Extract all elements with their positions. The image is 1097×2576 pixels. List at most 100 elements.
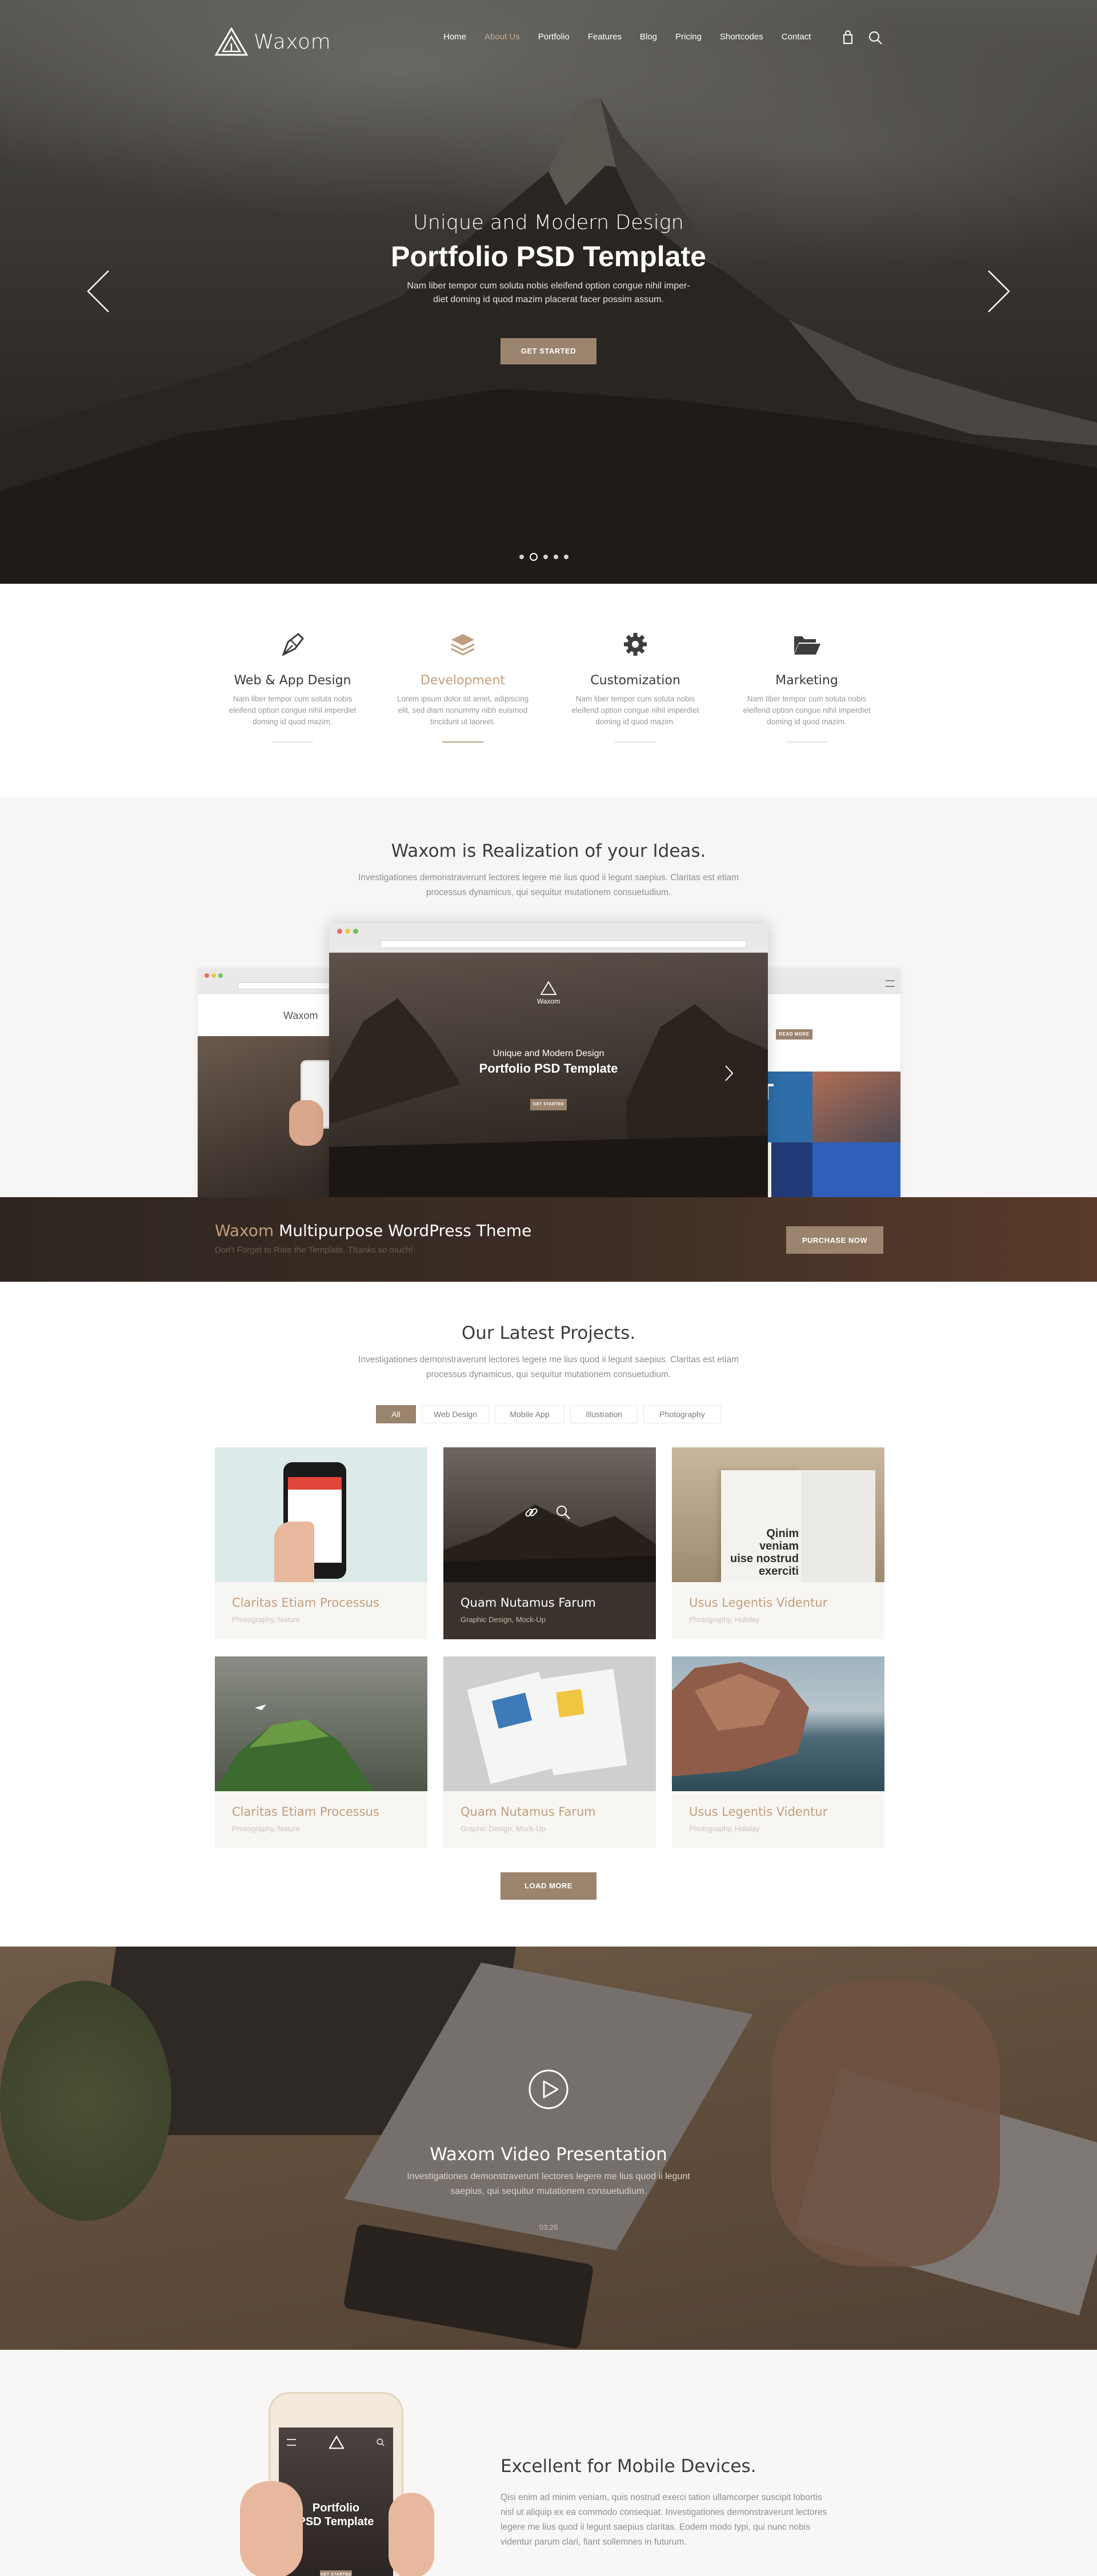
service-divider [786, 741, 827, 743]
service-divider [272, 741, 313, 743]
project-tags: Photography, Holiday [689, 1615, 760, 1624]
service-title: Web & App Design [234, 673, 351, 688]
hero-overlay [0, 0, 1097, 584]
phone-app-header [288, 1477, 342, 1490]
project-card[interactable]: Quam Nutamus Farum Graphic Design, Mock-… [443, 1656, 656, 1848]
filter-photography[interactable]: Photography [643, 1405, 721, 1423]
slider-dot-1[interactable] [519, 555, 524, 559]
service-title: Development [420, 673, 506, 688]
search-icon [377, 2438, 385, 2446]
mock-left-logo: Waxom [283, 1010, 318, 1021]
browser-mock-center: Waxom Unique and Modern Design Portfolio… [329, 923, 768, 1197]
service-text-line3: doming id quod mazim. [253, 717, 333, 726]
video-title: Waxom Video Presentation [430, 2144, 667, 2165]
project-card[interactable]: Qinim veniam uise nostrud exerciti Usus … [672, 1447, 884, 1639]
service-text-line3: doming id quod mazim. [595, 717, 675, 726]
project-tags: Photography, Holiday [689, 1824, 760, 1833]
project-title: Usus Legentis Videntur [689, 1596, 828, 1610]
get-started-button[interactable]: GET STARTED [501, 338, 596, 364]
load-more-button[interactable]: LOAD MORE [501, 1872, 596, 1900]
video-text-line1: Investigationes demonstraverunt lectores… [407, 2172, 690, 2181]
filter-web-design[interactable]: Web Design [422, 1405, 489, 1423]
project-card[interactable]: Claritas Etiam Processus Photography, Na… [215, 1656, 427, 1848]
nav-item-features[interactable]: Features [588, 32, 622, 42]
magazine-right-page [539, 1668, 627, 1776]
projects-subtitle-line2: processus dynamicus, qui sequitur mutati… [426, 1370, 671, 1379]
rocks-image [443, 1504, 656, 1582]
purchase-banner: Waxom Multipurpose WordPress Theme Don't… [0, 1197, 1097, 1282]
slider-dot-2[interactable] [530, 553, 538, 561]
project-tags: Graphic Design, Mock-Up [461, 1615, 546, 1624]
project-title: Usus Legentis Videntur [689, 1805, 828, 1819]
projects-title: Our Latest Projects. [461, 1323, 636, 1343]
purchase-now-button[interactable]: PURCHASE NOW [786, 1226, 883, 1254]
mock-cards-tile [812, 1142, 900, 1197]
service-text-line2: eleifend option congue nihil imperdiet [571, 706, 699, 715]
mobile-text-line1: Qisi enim ad minim veniam, quis nostrud … [501, 2493, 822, 2502]
ideas-subtitle-line1: Investigationes demonstraverunt lectores… [358, 873, 739, 882]
filter-mobile-app[interactable]: Mobile App [495, 1405, 564, 1423]
service-text-line1: Nam liber tempor cum soluta nobis [575, 695, 695, 703]
mobile-title: Excellent for Mobile Devices. [501, 2456, 756, 2477]
play-icon[interactable] [528, 2069, 569, 2110]
filter-illustration[interactable]: Illustration [570, 1405, 638, 1423]
browser-address-bar [381, 940, 746, 948]
menu-icon [287, 2439, 296, 2446]
zoom-icon[interactable] [555, 1504, 571, 1520]
service-text-line1: Lorem ipsum dolor sit amet, adipiscing [397, 695, 529, 703]
project-card-hovered[interactable]: Quam Nutamus Farum Graphic Design, Mock-… [443, 1447, 656, 1639]
project-image-coast [672, 1656, 884, 1791]
projects-subtitle-line1: Investigationes demonstraverunt lectores… [358, 1355, 739, 1365]
book-text-line2: uise nostrud [730, 1552, 799, 1565]
browser-dot [337, 929, 342, 934]
hero-kicker: Unique and Modern Design [413, 211, 684, 234]
hero-section: Waxom Home About Us Portfolio Features B… [0, 0, 1097, 584]
ideas-title: Waxom is Realization of your Ideas. [391, 841, 706, 861]
layers-icon [451, 634, 475, 656]
service-text-line1: Nam liber tempor cum soluta nobis [747, 695, 867, 703]
service-development: Development Lorem ipsum dolor sit amet, … [377, 628, 548, 743]
project-card[interactable]: Usus Legentis Videntur Photography, Holi… [672, 1656, 884, 1848]
chevron-left-icon[interactable] [86, 268, 111, 314]
folder-open-icon [794, 636, 820, 655]
service-divider [442, 741, 483, 743]
slider-dots [519, 553, 568, 561]
slider-dot-5[interactable] [564, 555, 568, 559]
mobile-text-line3: legere me lius quod ii legunt saepius cl… [501, 2522, 810, 2532]
chevron-right-icon [725, 1065, 734, 1081]
nav-item-home[interactable]: Home [443, 32, 466, 42]
project-title: Claritas Etiam Processus [232, 1596, 379, 1610]
hero-text-line1: Nam liber tempor cum soluta nobis eleife… [407, 281, 690, 291]
project-card[interactable]: Claritas Etiam Processus Photography, Na… [215, 1447, 427, 1639]
project-image-magazine [443, 1656, 656, 1791]
book-text: Qinim veniam uise nostrud exerciti [727, 1527, 799, 1578]
banner-heading: Waxom Multipurpose WordPress Theme [215, 1221, 531, 1240]
project-image-cliff [215, 1656, 427, 1791]
chevron-right-icon[interactable] [986, 268, 1011, 314]
logo[interactable]: Waxom [215, 27, 331, 56]
video-duration: 03:26 [539, 2223, 558, 2232]
banner-subtitle: Don't Forget to Rate the Template. Thank… [215, 1245, 413, 1255]
nav-item-contact[interactable]: Contact [782, 32, 811, 42]
nav-item-shortcodes[interactable]: Shortcodes [720, 32, 763, 42]
nav-item-blog[interactable]: Blog [640, 32, 657, 42]
waxom-logo-icon [215, 27, 248, 56]
link-icon[interactable] [523, 1504, 539, 1520]
service-marketing: Marketing Nam liber tempor cum soluta no… [721, 628, 892, 743]
mobile-section: Portfolio PSD Template GET STARTED Excel… [0, 2350, 1097, 2576]
filter-all[interactable]: All [376, 1405, 416, 1423]
browser-dot [345, 929, 350, 934]
mock-title: Portfolio PSD Template [479, 1061, 618, 1076]
search-icon[interactable] [867, 30, 883, 46]
service-text-line1: Nam liber tempor cum soluta nobis [233, 695, 353, 703]
nav-item-about-us[interactable]: About Us [485, 32, 520, 42]
service-text-line2: elit, sed diam nonummy nibh euismod [398, 706, 528, 715]
nav-item-portfolio[interactable]: Portfolio [538, 32, 570, 42]
nav-menu: Home About Us Portfolio Features Blog Pr… [443, 32, 829, 42]
browser-dot [211, 973, 216, 978]
shopping-bag-icon[interactable] [840, 30, 856, 46]
slider-dot-3[interactable] [543, 555, 548, 559]
nav-item-pricing[interactable]: Pricing [675, 32, 702, 42]
slider-dot-4[interactable] [554, 555, 558, 559]
service-web-app-design: Web & App Design Nam liber tempor cum so… [207, 628, 378, 743]
